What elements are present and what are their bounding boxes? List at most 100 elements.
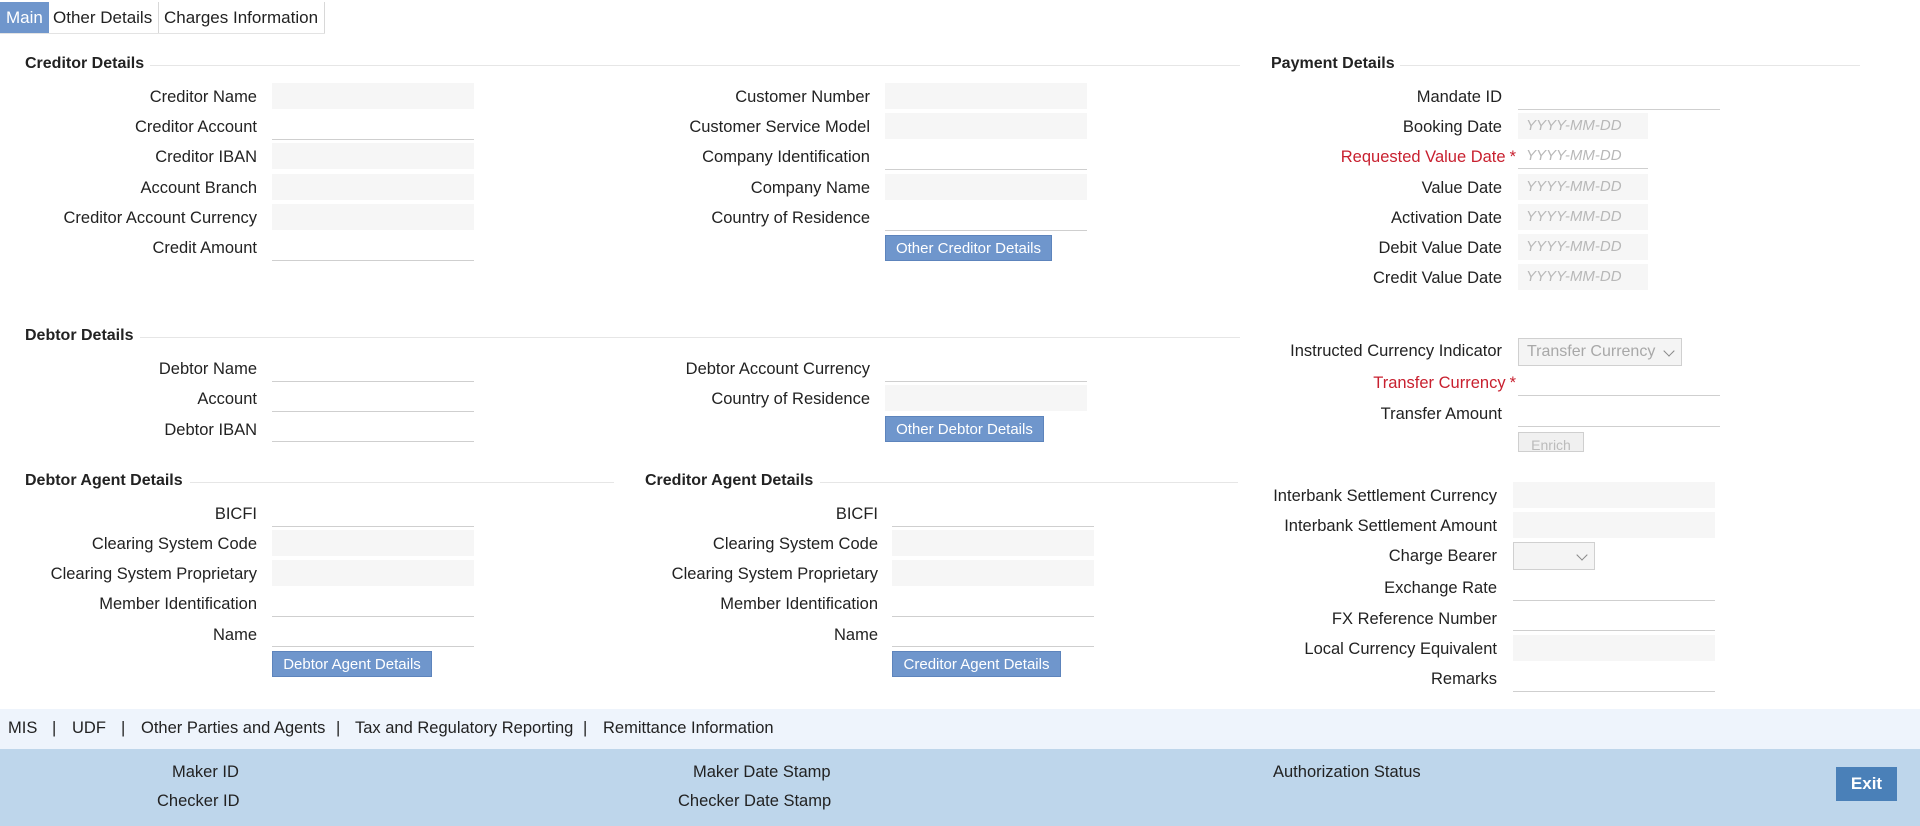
debtor-agent-clearing-prop-field[interactable] (272, 560, 474, 586)
creditor-agent-details-title: Creditor Agent Details (645, 472, 814, 489)
local-currency-equivalent-field[interactable] (1513, 635, 1715, 661)
creditor-agent-name-field[interactable] (892, 621, 1094, 647)
section-divider (190, 482, 614, 483)
creditor-account-currency-label: Creditor Account Currency (63, 209, 258, 227)
creditor-name-field[interactable] (272, 83, 474, 109)
interbank-settlement-currency-label: Interbank Settlement Currency (1273, 487, 1497, 505)
other-debtor-details-button[interactable]: Other Debtor Details (885, 416, 1044, 442)
link-separator: | (52, 719, 57, 737)
creditor-account-field[interactable] (272, 114, 474, 140)
transfer-amount-label: Transfer Amount (1380, 405, 1502, 423)
creditor-agent-bicfi-field[interactable] (892, 501, 1094, 527)
debtor-name-field[interactable] (272, 356, 474, 382)
section-divider (140, 337, 1240, 338)
debtor-iban-field[interactable] (272, 416, 474, 442)
exit-button[interactable]: Exit (1836, 767, 1897, 801)
customer-service-model-field[interactable] (885, 113, 1087, 139)
local-currency-equivalent-label: Local Currency Equivalent (1304, 640, 1497, 658)
remarks-field[interactable] (1513, 666, 1715, 692)
company-identification-field[interactable] (885, 144, 1087, 170)
fx-reference-number-label: FX Reference Number (1331, 610, 1497, 628)
creditor-iban-field[interactable] (272, 143, 474, 169)
transfer-currency-field[interactable] (1518, 370, 1720, 396)
creditor-details-title: Creditor Details (25, 55, 145, 72)
sub-screen-link-bar: MIS | UDF | Other Parties and Agents | T… (0, 709, 1920, 749)
creditor-agent-details-button[interactable]: Creditor Agent Details (892, 651, 1061, 677)
activation-date-field[interactable]: YYYY-MM-DD (1518, 204, 1648, 230)
creditor-agent-clearing-prop-field[interactable] (892, 560, 1094, 586)
link-other-parties-and-agents[interactable]: Other Parties and Agents (141, 719, 325, 738)
instructed-currency-indicator-select[interactable]: Transfer Currency (1518, 338, 1682, 366)
fx-reference-number-field[interactable] (1513, 605, 1715, 631)
requested-value-date-label: Requested Value Date * (1340, 148, 1516, 166)
link-tax-and-regulatory-reporting[interactable]: Tax and Regulatory Reporting (355, 719, 573, 738)
debtor-agent-bicfi-field[interactable] (272, 501, 474, 527)
creditor-agent-name-label: Name (833, 626, 878, 644)
creditor-agent-clearing-code-label: Clearing System Code (712, 535, 878, 553)
creditor-account-currency-field[interactable] (272, 204, 474, 230)
link-separator: | (336, 719, 341, 737)
section-divider (1400, 65, 1860, 66)
booking-date-field[interactable]: YYYY-MM-DD (1518, 113, 1648, 139)
transfer-currency-label: Transfer Currency * (1373, 374, 1516, 392)
company-identification-label: Company Identification (702, 148, 870, 166)
company-name-field[interactable] (885, 174, 1087, 200)
creditor-name-label: Creditor Name (149, 88, 257, 106)
debtor-agent-clearing-code-field[interactable] (272, 530, 474, 556)
debtor-account-field[interactable] (272, 386, 474, 412)
exchange-rate-field[interactable] (1513, 575, 1715, 601)
debtor-account-currency-field[interactable] (885, 356, 1087, 382)
required-marker: * (1509, 374, 1516, 392)
tab-main[interactable]: Main (0, 2, 49, 34)
debtor-agent-clearing-code-label: Clearing System Code (91, 535, 257, 553)
link-remittance-information[interactable]: Remittance Information (603, 719, 774, 738)
creditor-country-label: Country of Residence (711, 209, 870, 227)
section-divider (150, 65, 1240, 66)
tab-other-details[interactable]: Other Details (47, 2, 160, 34)
charge-bearer-select[interactable] (1513, 542, 1595, 570)
tabbar-divider (0, 33, 325, 34)
credit-value-date-field[interactable]: YYYY-MM-DD (1518, 264, 1648, 290)
mandate-id-field[interactable] (1518, 84, 1720, 110)
interbank-settlement-amount-field[interactable] (1513, 512, 1715, 538)
customer-number-label: Customer Number (735, 88, 870, 106)
enrich-button[interactable]: Enrich (1518, 432, 1584, 452)
creditor-agent-member-id-field[interactable] (892, 591, 1094, 617)
creditor-agent-clearing-prop-label: Clearing System Proprietary (671, 565, 878, 583)
credit-amount-field[interactable] (272, 235, 474, 261)
debtor-account-label: Account (197, 390, 257, 408)
link-mis[interactable]: MIS (8, 719, 37, 738)
booking-date-label: Booking Date (1402, 118, 1502, 136)
credit-amount-label: Credit Amount (152, 239, 257, 257)
debtor-iban-label: Debtor IBAN (164, 421, 257, 439)
debtor-agent-name-field[interactable] (272, 621, 474, 647)
debtor-details-title: Debtor Details (25, 327, 134, 344)
company-name-label: Company Name (750, 179, 870, 197)
creditor-country-field[interactable] (885, 205, 1087, 231)
value-date-field[interactable]: YYYY-MM-DD (1518, 174, 1648, 200)
debtor-country-label: Country of Residence (711, 390, 870, 408)
instructed-currency-indicator-label: Instructed Currency Indicator (1290, 342, 1502, 360)
transfer-amount-field[interactable] (1518, 401, 1720, 427)
interbank-settlement-currency-field[interactable] (1513, 482, 1715, 508)
required-marker: * (1509, 148, 1516, 166)
debtor-agent-details-title: Debtor Agent Details (25, 472, 183, 489)
debtor-agent-details-button[interactable]: Debtor Agent Details (272, 651, 432, 677)
requested-value-date-field[interactable]: YYYY-MM-DD (1518, 143, 1648, 169)
account-branch-field[interactable] (272, 174, 474, 200)
tab-charges-information[interactable]: Charges Information (158, 2, 326, 34)
value-date-label: Value Date (1421, 179, 1502, 197)
maker-id-label: Maker ID (172, 763, 239, 781)
debtor-country-field[interactable] (885, 385, 1087, 411)
charge-bearer-label: Charge Bearer (1388, 547, 1497, 565)
debtor-name-label: Debtor Name (158, 360, 257, 378)
other-creditor-details-button[interactable]: Other Creditor Details (885, 235, 1052, 261)
debit-value-date-field[interactable]: YYYY-MM-DD (1518, 234, 1648, 260)
customer-number-field[interactable] (885, 83, 1087, 109)
credit-value-date-label: Credit Value Date (1372, 269, 1502, 287)
instructed-currency-indicator-value: Transfer Currency (1527, 343, 1656, 360)
debtor-agent-member-id-field[interactable] (272, 591, 474, 617)
creditor-agent-clearing-code-field[interactable] (892, 530, 1094, 556)
authorization-status-label: Authorization Status (1273, 763, 1421, 781)
link-udf[interactable]: UDF (72, 719, 106, 738)
